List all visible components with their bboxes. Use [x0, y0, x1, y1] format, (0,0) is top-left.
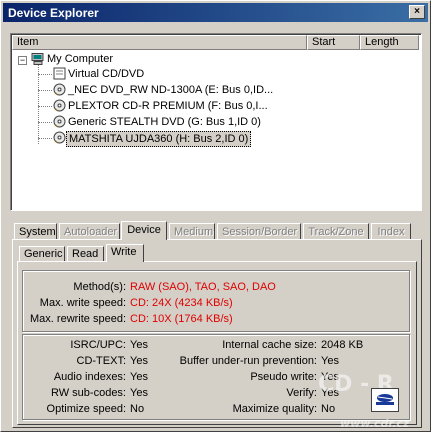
isrc-upc-value: Yes: [130, 339, 148, 351]
optical-drive-icon: [53, 83, 66, 96]
tab-device[interactable]: Device: [121, 221, 167, 240]
methods-label: Method(s):: [73, 281, 126, 293]
collapse-toggle[interactable]: −: [18, 56, 27, 65]
tree-item-label: PLEXTOR CD-R PREMIUM (F: Bus 0,I...: [68, 100, 268, 112]
tree-connector: [38, 90, 52, 91]
tree-connector: [38, 138, 52, 139]
rw-subcodes-label: RW sub-codes:: [51, 387, 126, 399]
column-header-length[interactable]: Length: [360, 35, 419, 50]
verify-label: Verify:: [286, 387, 317, 399]
optical-drive-icon: [53, 115, 66, 128]
column-header-item[interactable]: Item: [12, 35, 307, 50]
audio-indexes-value: Yes: [130, 371, 148, 383]
tab-medium[interactable]: Medium: [169, 223, 215, 240]
device-tree-list[interactable]: Item Start Length − My Computer Virtual …: [10, 33, 422, 211]
tree-item-label: _NEC DVD_RW ND-1300A (E: Bus 0,ID...: [68, 84, 274, 96]
cd-text-value: Yes: [130, 355, 148, 367]
title-bar[interactable]: Device Explorer ×: [3, 3, 428, 22]
optimize-speed-label: Optimize speed:: [46, 403, 126, 415]
optimize-speed-value: No: [130, 403, 145, 415]
tree-item-label: MATSHITA UJDA360 (H: Bus 2,ID 0): [66, 131, 252, 147]
cd-text-label: CD-TEXT:: [76, 355, 127, 367]
tab-index[interactable]: Index: [371, 223, 411, 240]
computer-icon: [31, 53, 44, 65]
pseudo-write-label: Pseudo write:: [250, 371, 317, 383]
write-capabilities-group: Method(s): RAW (SAO), TAO, SAO, DAO Max.…: [22, 270, 410, 332]
buffer-underrun-value: Yes: [321, 355, 339, 367]
disc-logo-icon: [371, 388, 399, 412]
subtab-generic[interactable]: Generic: [19, 246, 65, 262]
rw-subcodes-value: Yes: [130, 387, 148, 399]
max-write-speed-value: CD: 24X (4234 KB/s): [130, 297, 233, 309]
max-rewrite-speed-label: Max. rewrite speed:: [30, 313, 126, 325]
tree-item-label: Generic STEALTH DVD (G: Bus 1,ID 0): [68, 116, 261, 128]
tab-track-zone[interactable]: Track/Zone: [303, 223, 369, 240]
optical-drive-icon: [53, 99, 66, 112]
maximize-quality-value: No: [321, 403, 336, 415]
column-header-start[interactable]: Start: [307, 35, 360, 50]
max-rewrite-speed-value: CD: 10X (1764 KB/s): [130, 313, 233, 325]
close-button[interactable]: ×: [409, 5, 425, 19]
audio-indexes-label: Audio indexes:: [53, 371, 126, 383]
window-title: Device Explorer: [8, 6, 99, 20]
optical-drive-icon: [53, 131, 66, 144]
maximize-quality-label: Maximize quality:: [232, 403, 317, 415]
cache-size-value: 2048 KB: [321, 339, 364, 351]
tree-item-label: Virtual CD/DVD: [68, 68, 145, 80]
tab-session-border[interactable]: Session/Border: [217, 223, 301, 240]
tab-system[interactable]: System: [14, 223, 57, 240]
isrc-upc-label: ISRC/UPC:: [70, 339, 126, 351]
max-write-speed-label: Max. write speed:: [39, 297, 126, 309]
buffer-underrun-label: Buffer under-run prevention:: [179, 355, 317, 367]
virtual-drive-icon: [53, 67, 66, 80]
watermark-url: www.cdr.cz: [340, 417, 410, 430]
cache-size-label: Internal cache size:: [222, 339, 317, 351]
subtab-read[interactable]: Read: [67, 246, 104, 262]
tree-item-label: My Computer: [47, 53, 114, 65]
subtab-write[interactable]: Write: [106, 244, 144, 262]
tab-autoloader[interactable]: Autoloader: [59, 223, 120, 240]
tree-connector: [38, 106, 52, 107]
tree-connector: [38, 64, 39, 144]
tree-connector: [38, 74, 52, 75]
tree-connector: [38, 122, 52, 123]
methods-value: RAW (SAO), TAO, SAO, DAO: [130, 281, 276, 293]
